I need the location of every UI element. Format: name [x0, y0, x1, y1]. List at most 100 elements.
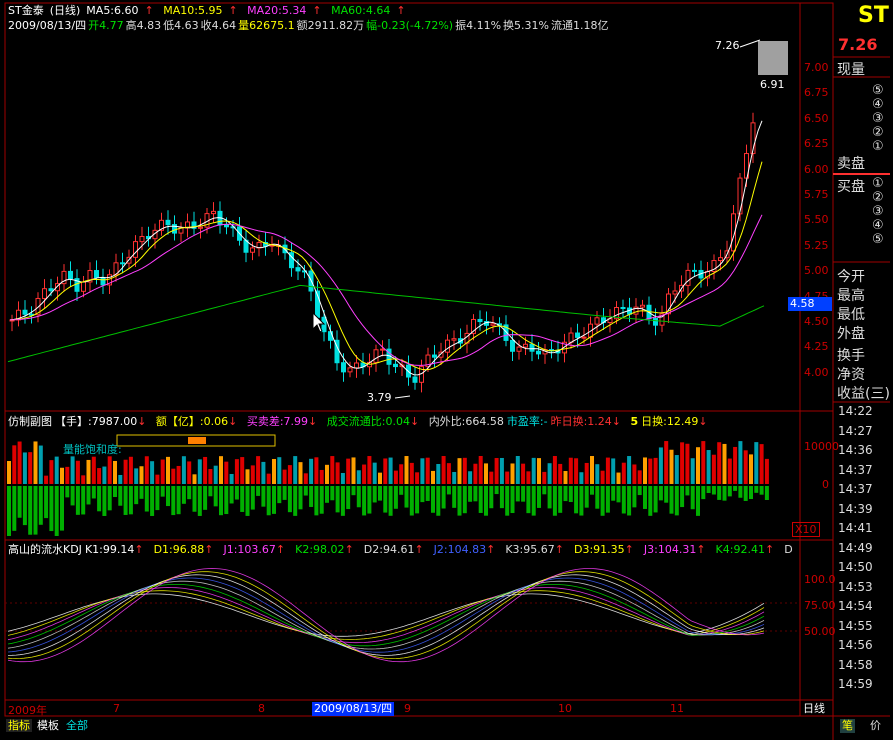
price-tick: 5.00 [804, 264, 829, 278]
volume-bar-down [420, 486, 425, 503]
volume-bar-up [181, 456, 186, 484]
volume-bar-up [733, 446, 738, 484]
price-tick: 4.50 [804, 315, 829, 328]
candle-body [341, 362, 346, 373]
volume-bar-down [399, 486, 404, 495]
volume-bar-up [192, 474, 197, 484]
panel-tab-trades[interactable]: 笔 [840, 719, 855, 733]
price-tick: 5.50 [804, 213, 829, 227]
candle-body [568, 332, 574, 343]
volume-bar-up [155, 474, 160, 484]
tab-indicators[interactable]: 指标 [6, 719, 32, 732]
change-value: 幅-0.23(-4.72%) [366, 19, 454, 32]
volume-bar-down [690, 486, 695, 510]
chart-canvas[interactable] [0, 0, 893, 740]
volume-bar-down [727, 486, 732, 497]
volume-bar-up [293, 456, 298, 484]
stat-label: 净资 [837, 367, 865, 383]
volume-bar-down [722, 486, 727, 501]
volume-bar-up [489, 471, 494, 484]
candle-body [516, 346, 522, 352]
sell-level-4: ④ [872, 97, 884, 112]
volume-bar-up [643, 457, 647, 484]
sub1-buy-sell: 买卖差:7.99 [246, 415, 309, 428]
volume-bar-down [113, 486, 117, 498]
candle-body [692, 269, 697, 272]
sub1-e-label: 额【亿】 [155, 415, 200, 428]
volume-bar-up [658, 447, 663, 484]
volume-bar-down [409, 486, 414, 516]
volume-bar-down [86, 486, 91, 505]
candle-body [672, 290, 678, 295]
tick-time: 14:37 [838, 462, 873, 477]
volume-bar-up [240, 457, 245, 484]
kdj-line [7, 584, 765, 647]
volume-bar-down [404, 486, 409, 508]
candle-body [94, 270, 99, 278]
x-current-date: 2009/08/13/四 [312, 702, 395, 716]
volume-bar-up [314, 457, 319, 484]
stat-label: 最低 [837, 307, 865, 323]
sub1-title: 仿制副图 [8, 415, 52, 428]
volume-bar-down [685, 486, 690, 496]
panel-tab-price[interactable]: 价 [870, 719, 881, 733]
volume-bar-down [22, 486, 27, 526]
volume-bar-up [54, 456, 59, 484]
candle-body [640, 304, 645, 308]
volume-bar-down [309, 486, 314, 507]
candle-body [295, 267, 301, 272]
current-price: 7.26 [838, 35, 878, 54]
volume-bar-up [764, 458, 769, 484]
price-tick: 6.75 [804, 86, 829, 100]
buy-label: 买盘 [837, 179, 865, 195]
volume-bar-down [293, 486, 298, 516]
price-tick: 6.50 [804, 111, 829, 125]
volume-bar-up [558, 463, 563, 484]
ma10-label: MA10:5.95 [163, 4, 223, 17]
volume-bar-down [187, 486, 192, 500]
candle-body [490, 323, 496, 326]
candle-body [133, 241, 138, 258]
volume-bar-up [552, 456, 557, 484]
candle-body [198, 226, 203, 229]
price-tick: 6.25 [804, 137, 829, 151]
volume-bar-down [547, 486, 552, 509]
volume-bar-down [250, 486, 255, 510]
volume-bar-down [563, 486, 568, 502]
volume-bar-up [75, 460, 80, 484]
volume-bar-down [203, 486, 208, 510]
volume-bar-up [335, 462, 340, 484]
stat-label: 外盘 [837, 326, 865, 342]
volume-bar-down [224, 486, 229, 515]
volume-bar-up [330, 456, 335, 484]
current-price-marker: 4.58 [788, 297, 832, 311]
sub1-n5: 5 [630, 415, 639, 428]
volume-bar-up [468, 471, 473, 484]
tab-templates[interactable]: 模板 [35, 719, 61, 732]
volume-bar-down [356, 486, 361, 508]
volume-bar-down [584, 486, 589, 508]
volume-bar-down [696, 486, 700, 516]
volume-bar-down [346, 486, 351, 510]
price-tick: 7.00 [804, 61, 829, 74]
volume-bar-up [176, 465, 181, 484]
sub1-header: 仿制副图 【手】:7987.00↓ 额【亿】:0.06↓ 买卖差:7.99↓ 成交… [8, 415, 708, 428]
volume-bar-down [531, 486, 536, 516]
volume-bar-down [537, 486, 541, 508]
volume-bar-up [441, 456, 446, 484]
volume-bar-up [128, 456, 133, 484]
stat-label: 今开 [837, 269, 865, 285]
volume-bar-up [139, 466, 144, 484]
volume-bar-up [171, 468, 176, 484]
volume-bar-down [134, 486, 139, 505]
volume-bar-up [229, 473, 234, 484]
volume-bar-up [150, 461, 155, 484]
x-period[interactable]: 日线 [803, 702, 825, 716]
volume-bar-up [600, 470, 605, 484]
volume-bar-down [60, 486, 64, 531]
candle-body [393, 363, 398, 368]
tab-all[interactable]: 全部 [64, 719, 90, 732]
volume-bar-down [213, 486, 218, 507]
stat-label: 换手 [837, 348, 865, 364]
volume-bar-down [764, 486, 769, 500]
